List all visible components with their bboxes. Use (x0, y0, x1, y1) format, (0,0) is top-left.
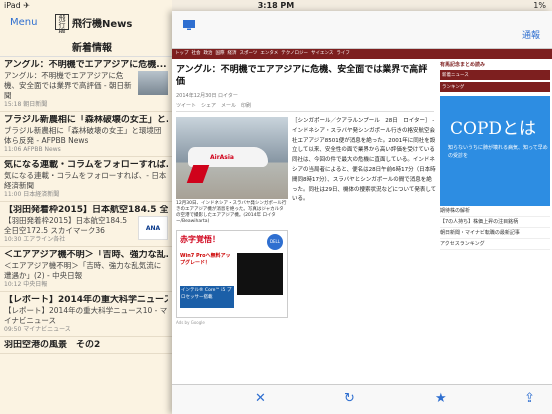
list-item[interactable]: 羽田空港の風景 その2 (0, 337, 172, 354)
advertisement[interactable]: 赤字覚悟！ DELL Win7 Proへ無料アップグレード！ インテル® Cor… (176, 230, 288, 318)
site-nav-item[interactable]: 国際 (216, 50, 225, 58)
share-links[interactable]: ツイート シェア メール 印刷 (176, 102, 434, 112)
copd-title: COPDとは (450, 119, 537, 139)
item-summary: ＜エアアジア機不明＞「吉時、強力な乱気流に遭遇か」(2) - 中央日報 (4, 261, 162, 280)
site-nav-item[interactable]: エンタメ (260, 50, 278, 58)
item-meta: 11:06 AFPBB News (4, 146, 61, 153)
item-thumbnail (138, 71, 168, 95)
status-bar: iPad ✈ 3:18 PM 1% (0, 0, 552, 11)
article-headline: アングル：不明機でエアアジアに危機、安全面では業界で高評価 (176, 65, 428, 87)
share-icon[interactable]: ⇪ (524, 391, 540, 407)
list-item[interactable]: ＜エアアジア機不明＞「吉時、強力な乱... ＜エアアジア機不明＞「吉時、強力な乱… (0, 247, 172, 292)
logo-text: 飛行機News (72, 18, 133, 30)
sidebar-block[interactable]: ランキング (440, 82, 550, 92)
item-title: 【羽田発着枠2015】日本航空184.5 全... (4, 205, 168, 215)
section-header: 新着情報 (0, 33, 172, 57)
star-icon[interactable]: ★ (435, 391, 451, 407)
dell-logo: DELL (267, 234, 283, 250)
item-summary: ブラジル新農相に「森林破壊の女王」と環境団体ら反発 - AFPBB News (4, 126, 162, 145)
site-nav-item[interactable]: 社会 (192, 50, 201, 58)
section-title: 新着情報 (72, 43, 112, 54)
airline-livery: AirAsia (210, 154, 234, 161)
site-nav-item[interactable]: ライフ (336, 50, 350, 58)
ad-offer: Win7 Proへ無料アップグレード！ (180, 253, 231, 266)
bottom-toolbar: ✕ ↻ ★ ⇪ (172, 384, 552, 414)
ad-headline: 赤字覚悟！ (180, 235, 220, 244)
item-title: 気になる連載・コラムをフォローすれば... (4, 160, 168, 170)
sidebar-link[interactable]: 期待株の解析 (440, 206, 550, 217)
site-nav: トップ 社会 政治 国際 経済 スポーツ エンタメ テクノロジー サイエンス ラ… (172, 49, 552, 59)
logo-mark: 飛行機 (55, 14, 69, 36)
item-title: ブラジル新農相に「森林破壊の女王」と... (4, 115, 168, 125)
sidebar-block[interactable]: 新着ニュース (440, 70, 550, 80)
item-meta: 11:00 日本経済新聞 (4, 191, 60, 198)
close-icon[interactable]: ✕ (255, 391, 271, 407)
news-list[interactable]: アングル：不明機でエアアジアに危機... アングル：不明機でエアアジアに危機、安… (0, 57, 172, 414)
article-webview[interactable]: トップ 社会 政治 国際 経済 スポーツ エンタメ テクノロジー サイエンス ラ… (172, 49, 552, 384)
site-nav-item[interactable]: 政治 (204, 50, 213, 58)
plane-tail (186, 165, 210, 183)
list-item[interactable]: 気になる連載・コラムをフォローすれば... 気になる連載・コラムをフォローすれば… (0, 157, 172, 202)
intel-badge: インテル® Core™ i5 プロセッサー搭載 (180, 286, 234, 308)
list-item[interactable]: ブラジル新農相に「森林破壊の女王」と... ブラジル新農相に「森林破壊の女王」と… (0, 112, 172, 157)
item-meta: 15:18 朝日新聞 (4, 101, 48, 108)
ana-logo-thumbnail: ANA (138, 216, 168, 240)
site-nav-item[interactable]: サイエンス (311, 50, 333, 58)
article-photo: AirAsia (176, 117, 288, 199)
sidebar-link[interactable]: 朝日新聞・マイナビ転職の最新記事 (440, 228, 550, 239)
app-nav-bar: Menu 飛行機 飛行機News (0, 11, 172, 36)
item-title: 羽田空港の風景 その2 (4, 340, 101, 350)
item-meta: 10:12 中央日報 (4, 281, 48, 288)
detail-toolbar: 通報 (172, 11, 552, 49)
sidebar-link[interactable]: アクセスランキング (440, 239, 550, 250)
article-body: ［シンガポール／クアラルンプール 28日 ロイター］ - インドネシア・スラバヤ… (292, 118, 437, 203)
airplane-image: AirAsia (186, 147, 268, 183)
site-nav-item[interactable]: スポーツ (240, 50, 258, 58)
item-title: ＜エアアジア機不明＞「吉時、強力な乱... (4, 250, 168, 260)
site-nav-item[interactable]: 経済 (228, 50, 237, 58)
list-item[interactable]: 【レポート】2014年の重大科学ニュース1... 【レポート】2014年の重大科… (0, 292, 172, 337)
app-logo: 飛行機 飛行機News (55, 14, 133, 36)
item-meta: 09:50 マイナビニュース (4, 326, 71, 333)
site-sidebar: 有馬記念まとめ読み 新着ニュース ランキング COPDとは 知らないうちに肺が壊… (440, 61, 550, 384)
article-byline: 2014年12月30日 ロイター (176, 93, 238, 99)
report-button[interactable]: 通報 (522, 28, 540, 41)
site-nav-item[interactable]: テクノロジー (281, 50, 308, 58)
status-time: 3:18 PM (257, 1, 295, 10)
monitor-icon[interactable] (182, 19, 196, 31)
copd-ad[interactable]: COPDとは 知らないうちに肺が壊れる病気、知って早めの受診を (440, 96, 550, 206)
status-battery: 1% (533, 1, 546, 10)
item-title: 【レポート】2014年の重大科学ニュース1... (4, 295, 168, 305)
menu-button[interactable]: Menu (10, 17, 37, 28)
item-title: アングル：不明機でエアアジアに危機... (4, 60, 167, 70)
site-nav-item[interactable]: トップ (175, 50, 189, 58)
reload-icon[interactable]: ↻ (344, 391, 360, 407)
list-item[interactable]: 【羽田発着枠2015】日本航空184.5 全... ANA 【羽田発着枠2015… (0, 202, 172, 247)
item-summary: 気になる連載・コラムをフォローすれば、- 日本経済新聞 (4, 171, 167, 190)
article-detail-pane: 通報 トップ 社会 政治 国際 経済 スポーツ エンタメ テクノロジー サイエン… (172, 11, 552, 414)
sidebar-heading[interactable]: 有馬記念まとめ読み (440, 61, 550, 68)
list-item[interactable]: アングル：不明機でエアアジアに危機... アングル：不明機でエアアジアに危機、安… (0, 57, 172, 112)
sidebar-link[interactable]: 【7の人持ち】株価上昇の注目銘柄 (440, 217, 550, 228)
pc-image (237, 253, 283, 295)
photo-caption: 12月30日、インドネシア・スラバヤ発シンガポール行きのエアアジア機が消息を絶っ… (176, 201, 287, 224)
ads-by-google[interactable]: Ads by Google (176, 320, 205, 325)
copd-text: 知らないうちに肺が壊れる病気、知って早めの受診を (448, 145, 548, 159)
news-list-pane: Menu 飛行機 飛行機News 新着情報 アングル：不明機でエアアジアに危機.… (0, 0, 172, 414)
item-summary: 【レポート】2014年の重大科学ニュース10 - マイナビニュース (4, 306, 168, 325)
